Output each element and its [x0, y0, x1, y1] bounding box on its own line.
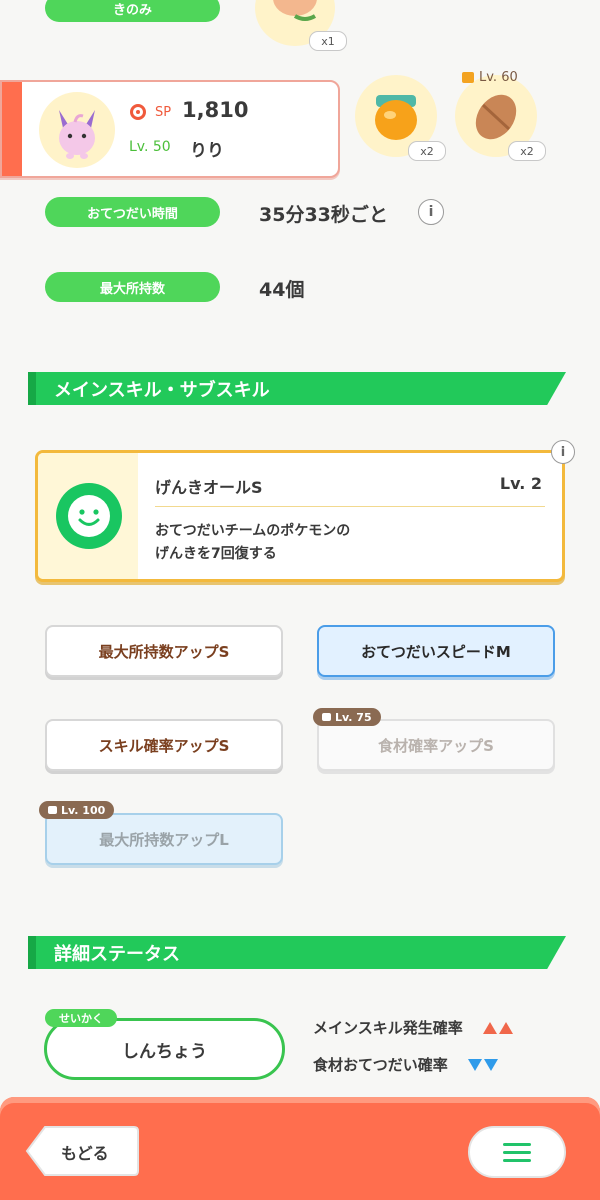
berry-label: きのみ — [45, 0, 220, 22]
sp-value: 1,810 — [182, 98, 249, 122]
help-time-value: 35分33秒ごと — [259, 204, 388, 226]
help-time-info-icon[interactable]: i — [418, 199, 444, 225]
main-skill-card[interactable]: げんきオールS Lv. 2 おてつだいチームのポケモンの げんきを7回復する — [35, 450, 565, 582]
sub-skill-1[interactable]: 最大所持数アップS — [45, 625, 283, 677]
nature-value: しんちょう — [122, 1041, 207, 1062]
hamburger-menu-icon — [503, 1142, 531, 1162]
ingredient-count-2: x2 — [508, 141, 546, 161]
back-button[interactable]: もどる — [25, 1125, 140, 1177]
pokemon-nickname: りり — [190, 141, 224, 161]
down-arrows-icon — [467, 1058, 498, 1071]
main-skill-name: げんきオールS — [155, 478, 263, 497]
pokemon-avatar — [39, 92, 115, 168]
stat-up-label: メインスキル発生確率 — [313, 1019, 463, 1037]
main-skill-description-2: げんきを7回復する — [155, 546, 277, 562]
lock-icon — [462, 72, 474, 83]
details-section-title: 詳細ステータス — [54, 943, 180, 965]
stat-up-row: メインスキル発生確率 — [313, 1017, 513, 1038]
nature-tag: せいかく — [45, 1009, 117, 1027]
nature-box: しんちょう — [44, 1018, 285, 1080]
skills-section-title: メインスキル・サブスキル — [54, 379, 270, 401]
menu-button[interactable] — [468, 1126, 566, 1178]
details-section-header: 詳細ステータス — [28, 936, 566, 969]
sub-skill-4[interactable]: 食材確率アップS — [317, 719, 555, 771]
lock-icon — [48, 806, 57, 814]
main-skill-description-1: おてつだいチームのポケモンの — [155, 523, 351, 539]
sub-skill-5[interactable]: 最大所持数アップL — [45, 813, 283, 865]
max-carry-value: 44個 — [259, 279, 305, 301]
stat-down-row: 食材おてつだい確率 — [313, 1054, 498, 1075]
pokemon-level: Lv. 50 — [129, 139, 171, 155]
pokemon-card[interactable]: SP 1,810 Lv. 50 りり — [0, 80, 340, 178]
sub-skill-3[interactable]: スキル確率アップS — [45, 719, 283, 771]
sub-skill-4-lock-badge: Lv. 75 — [313, 708, 381, 726]
card-accent — [2, 82, 22, 176]
stat-down-label: 食材おてつだい確率 — [313, 1056, 448, 1074]
main-skill-info-icon[interactable]: i — [551, 440, 575, 464]
berry-count: x1 — [309, 31, 347, 51]
lock-icon — [322, 713, 331, 721]
sub-skill-2[interactable]: おてつだいスピードM — [317, 625, 555, 677]
max-carry-label: 最大所持数 — [45, 272, 220, 302]
back-button-label: もどる — [61, 1144, 109, 1163]
smile-icon — [56, 483, 122, 549]
ingredient-unlock: Lv. 60 — [462, 70, 518, 85]
up-arrows-icon — [482, 1021, 513, 1034]
main-skill-divider — [155, 506, 545, 507]
pokeball-icon — [130, 104, 146, 120]
sub-skill-5-lock-badge: Lv. 100 — [39, 801, 115, 819]
help-time-label: おてつだい時間 — [45, 197, 220, 227]
main-skill-level: Lv. 2 — [499, 474, 542, 493]
ingredient-count-1: x2 — [408, 141, 446, 161]
skills-section-header: メインスキル・サブスキル — [28, 372, 566, 405]
sp-label: SP — [155, 105, 172, 120]
